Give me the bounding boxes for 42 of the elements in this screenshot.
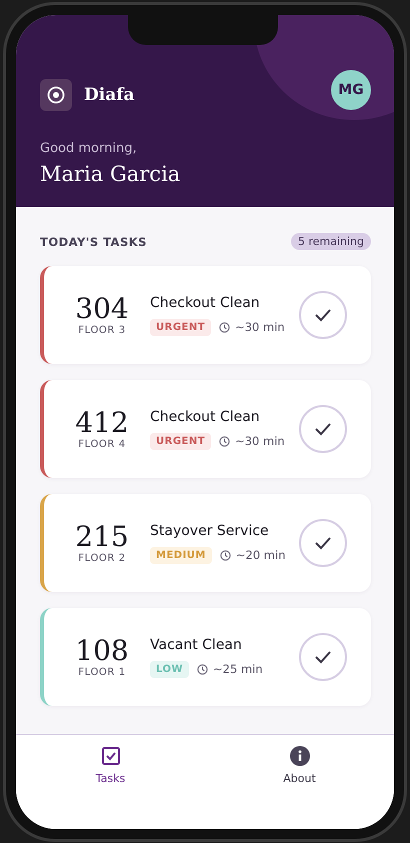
info-icon bbox=[290, 746, 310, 766]
room-number: 215 bbox=[75, 522, 129, 553]
priority-tag: MEDIUM bbox=[150, 546, 212, 564]
checkmark-icon bbox=[314, 422, 332, 436]
checkmark-icon bbox=[314, 536, 332, 550]
duration-text: ~30 min bbox=[235, 434, 285, 448]
nav-tab[interactable]: About bbox=[205, 745, 394, 797]
room-number: 412 bbox=[75, 408, 129, 439]
task-title: Stayover Service bbox=[150, 522, 270, 538]
app-name: Diafa bbox=[84, 85, 135, 105]
clock-icon bbox=[220, 550, 231, 560]
priority-tag: LOW bbox=[150, 660, 190, 678]
checkbox-icon bbox=[100, 746, 120, 766]
clock-icon bbox=[219, 322, 230, 332]
checkmark-icon bbox=[314, 650, 332, 664]
clock-icon bbox=[219, 436, 230, 446]
clock-icon bbox=[197, 664, 208, 674]
floor-label: FLOOR 1 bbox=[78, 666, 126, 678]
nav-tab[interactable]: Tasks bbox=[16, 745, 205, 797]
priority-tag: URGENT bbox=[150, 318, 212, 336]
task-title: Checkout Clean bbox=[150, 408, 261, 424]
task-title: Checkout Clean bbox=[150, 294, 261, 310]
complete-button[interactable] bbox=[299, 291, 347, 339]
duration-text: ~30 min bbox=[235, 320, 285, 334]
room-number: 108 bbox=[75, 636, 129, 667]
logo-icon bbox=[40, 79, 72, 111]
greeting-text: Good morning, bbox=[40, 141, 138, 156]
duration-text: ~25 min bbox=[213, 662, 263, 676]
remaining-count: 5 remaining bbox=[290, 233, 371, 250]
floor-label: FLOOR 3 bbox=[78, 324, 126, 336]
user-name: Maria Garcia bbox=[40, 162, 182, 186]
floor-label: FLOOR 2 bbox=[78, 552, 126, 564]
room-number: 304 bbox=[75, 294, 129, 325]
checkmark-icon bbox=[314, 308, 332, 322]
priority-tag: URGENT bbox=[150, 432, 212, 450]
task-title: Vacant Clean bbox=[150, 636, 243, 652]
floor-label: FLOOR 4 bbox=[78, 438, 126, 450]
duration-text: ~20 min bbox=[236, 548, 286, 562]
complete-button[interactable] bbox=[299, 633, 347, 681]
complete-button[interactable] bbox=[299, 405, 347, 453]
section-title: TODAY'S TASKS bbox=[40, 234, 147, 248]
complete-button[interactable] bbox=[299, 519, 347, 567]
